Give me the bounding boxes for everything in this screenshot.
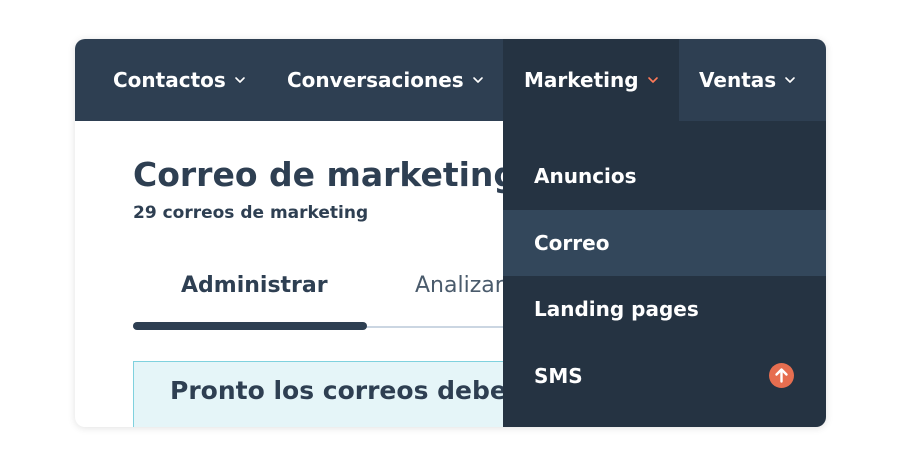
- menu-item-sms[interactable]: SMS: [503, 343, 826, 409]
- arrow-up-circle-icon: [769, 363, 794, 388]
- menu-item-label: Correo: [534, 231, 610, 255]
- nav-item-label: Contactos: [113, 68, 226, 92]
- nav-item-marketing[interactable]: Marketing: [503, 39, 679, 121]
- menu-item-label: Landing pages: [534, 297, 699, 321]
- menu-item-label: Anuncios: [534, 164, 637, 188]
- app-window: Contactos Conversaciones Marketing Venta…: [75, 39, 826, 427]
- top-navigation: Contactos Conversaciones Marketing Venta…: [75, 39, 826, 121]
- page-subtitle: 29 correos de marketing: [133, 203, 369, 223]
- menu-item-email[interactable]: Correo: [503, 210, 826, 276]
- chevron-down-icon: [472, 77, 483, 83]
- nav-item-sales[interactable]: Ventas: [699, 39, 796, 121]
- page-title: Correo de marketing: [133, 155, 518, 194]
- menu-item-ads[interactable]: Anuncios: [503, 143, 826, 209]
- menu-item-landing-pages[interactable]: Landing pages: [503, 276, 826, 342]
- nav-item-label: Marketing: [524, 68, 639, 92]
- nav-item-contacts[interactable]: Contactos: [113, 39, 246, 121]
- nav-item-label: Ventas: [699, 68, 777, 92]
- info-banner: Pronto los correos deber: [133, 361, 533, 427]
- chevron-down-icon: [234, 77, 245, 83]
- menu-item-label: SMS: [534, 364, 583, 388]
- tab-manage[interactable]: Administrar: [181, 273, 328, 298]
- active-tab-indicator: [133, 322, 367, 330]
- nav-item-conversations[interactable]: Conversaciones: [287, 39, 484, 121]
- nav-item-label: Conversaciones: [287, 68, 464, 92]
- banner-text: Pronto los correos deber: [170, 376, 520, 405]
- tab-analyze[interactable]: Analizar: [415, 273, 504, 298]
- chevron-down-icon: [647, 77, 658, 83]
- chevron-down-icon: [785, 77, 795, 83]
- marketing-dropdown-menu: Anuncios Correo Landing pages SMS: [503, 121, 826, 427]
